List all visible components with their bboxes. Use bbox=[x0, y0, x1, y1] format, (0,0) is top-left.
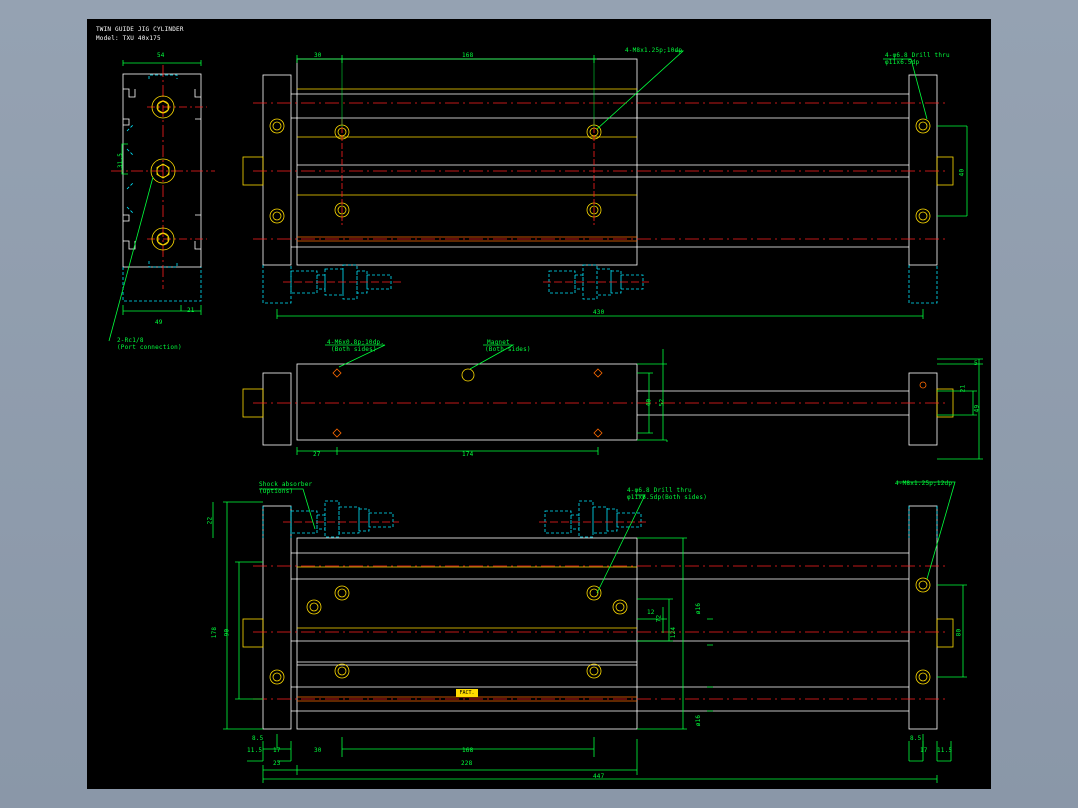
side-view bbox=[242, 344, 983, 460]
dim-8-5-right: 8.5 bbox=[910, 735, 922, 742]
dim-124: 124 bbox=[670, 626, 678, 639]
note-bottom-thru: 4-φ6.8 Drill thru bbox=[627, 487, 692, 494]
dim-21-side: 21 bbox=[959, 384, 967, 393]
dim-12: 12 bbox=[647, 609, 655, 616]
top-view bbox=[242, 50, 968, 319]
drawing-model: Model: TXU 40x175 bbox=[96, 35, 161, 42]
dim-17-left: 17 bbox=[273, 747, 281, 754]
note-side-holes-caption: (Both sides) bbox=[331, 346, 377, 353]
dim-40-top: 40 bbox=[958, 168, 966, 177]
note-end-holes: 4-φ6.8 Drill thru bbox=[885, 52, 950, 59]
note-bottom-right: 4-M8x1.25p;12dp bbox=[895, 480, 953, 487]
note-shock: Shock absorber bbox=[259, 481, 313, 488]
bottom-view bbox=[212, 481, 967, 783]
dim-8-5-left: 8.5 bbox=[252, 735, 264, 742]
note-magnet-caption: (Both sides) bbox=[485, 346, 531, 353]
dim-11-5-left: 11.5 bbox=[247, 747, 263, 754]
drawing-sheet: TWIN GUIDE JIG CYLINDER Model: TXU 40x17… bbox=[87, 19, 991, 789]
note-magnet: Magnet bbox=[487, 339, 510, 346]
drawing-title: TWIN GUIDE JIG CYLINDER bbox=[96, 26, 184, 33]
note-shock-caption: (Options) bbox=[259, 488, 294, 495]
dim-30-top: 30 bbox=[314, 52, 322, 59]
note-bottom-thru-cbore: φ11x6.5dp(Both sides) bbox=[627, 494, 708, 501]
dim-22: 22 bbox=[206, 516, 214, 525]
dim-40-side: 40 bbox=[645, 398, 653, 407]
dim-168-top: 168 bbox=[462, 52, 474, 59]
dim-72: 72 bbox=[655, 614, 663, 623]
dim-174: 174 bbox=[462, 451, 474, 458]
dim-21: 21 bbox=[187, 307, 195, 314]
dim-178: 178 bbox=[211, 626, 219, 639]
dim-228: 228 bbox=[461, 760, 473, 767]
dim-11-5-right: 11.5 bbox=[937, 747, 953, 754]
dim-447: 447 bbox=[593, 773, 605, 780]
dim-dia-16-upper: ø16 bbox=[695, 602, 703, 615]
dim-27: 27 bbox=[313, 451, 321, 458]
dim-80: 80 bbox=[955, 628, 963, 637]
cad-drawing bbox=[108, 50, 983, 783]
dim-dia-16-lower: ø16 bbox=[695, 714, 703, 727]
dim-17-right: 17 bbox=[920, 747, 928, 754]
dim-54: 54 bbox=[157, 52, 165, 59]
dim-52: 52 bbox=[658, 398, 666, 407]
note-port-caption: (Port connection) bbox=[117, 344, 182, 351]
dim-30-bottom: 30 bbox=[314, 747, 322, 754]
fact-label: FACT. bbox=[456, 689, 478, 697]
note-side-holes: 4-M6x0.8p;10dp. bbox=[327, 339, 385, 346]
dim-31-5: 31.5 bbox=[117, 152, 125, 169]
note-top-holes: 4-M8x1.25p;10dp bbox=[625, 47, 683, 54]
dim-168-bottom: 168 bbox=[462, 747, 474, 754]
end-view bbox=[108, 60, 215, 342]
dim-90: 90 bbox=[223, 628, 231, 637]
dim-23: 23 bbox=[273, 760, 281, 767]
dim-49: 49 bbox=[155, 319, 163, 326]
dim-49-side: 49 bbox=[973, 404, 981, 413]
note-end-holes-cbore: φ11x6.5dp bbox=[885, 59, 920, 66]
dim-5: 5 bbox=[974, 360, 978, 367]
dim-430: 430 bbox=[593, 309, 605, 316]
note-port: 2-Rc1/8 bbox=[117, 337, 144, 344]
